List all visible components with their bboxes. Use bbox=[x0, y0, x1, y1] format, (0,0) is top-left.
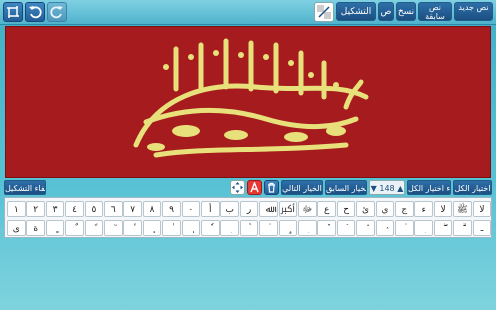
keyboard-key[interactable]: ٞ bbox=[395, 220, 414, 236]
keyboard-key[interactable]: ٠ bbox=[181, 201, 201, 217]
keyboard-key[interactable]: ى bbox=[7, 220, 26, 236]
chevron-up-icon[interactable]: ▲ bbox=[397, 184, 403, 193]
redo-icon bbox=[50, 6, 63, 19]
crop-icon bbox=[7, 6, 19, 18]
keyboard-key[interactable]: ٞ bbox=[259, 220, 278, 236]
redo-button[interactable] bbox=[47, 2, 67, 22]
keyboard-key[interactable]: ج bbox=[395, 201, 414, 217]
keyboard-key[interactable]: ٚ bbox=[317, 220, 336, 236]
hide-tashkeel-button[interactable]: إخفاء التشكيل bbox=[4, 180, 46, 195]
keyboard-key[interactable]: ١ bbox=[7, 201, 26, 217]
keyboard-key[interactable]: ٓ bbox=[104, 220, 123, 236]
text-color-icon bbox=[250, 182, 259, 193]
tashkeel-button[interactable]: التشكيل bbox=[336, 2, 376, 21]
keyboard-key[interactable]: ٜ bbox=[298, 220, 317, 236]
keyboard-key[interactable]: ٢ bbox=[26, 201, 45, 217]
top-toolbar: التشكيل ص نسخ نص سابقة نص جديد bbox=[0, 0, 496, 25]
keyboard-key[interactable]: ٦ bbox=[104, 201, 123, 217]
count-value: 148 bbox=[379, 184, 395, 193]
count-stepper[interactable]: ▼ 148 ▲ bbox=[369, 180, 405, 195]
keyboard-key[interactable]: ٰ bbox=[162, 220, 181, 236]
keyboard-key[interactable]: ر bbox=[239, 201, 259, 217]
design-canvas[interactable] bbox=[5, 26, 491, 178]
calligraphy-artwork bbox=[133, 38, 369, 158]
paste-button[interactable]: ص bbox=[378, 2, 394, 21]
keyboard-key[interactable]: ء bbox=[414, 201, 433, 217]
keyboard-key[interactable]: ﷺ bbox=[453, 201, 472, 217]
keyboard-key[interactable]: ٜ bbox=[414, 220, 433, 236]
keyboard-key[interactable]: ة bbox=[26, 220, 45, 236]
keyboard-key[interactable]: ٜ bbox=[220, 220, 239, 236]
copy-button[interactable]: نسخ bbox=[396, 2, 416, 21]
background-button[interactable] bbox=[314, 2, 334, 22]
keyboard-key[interactable]: ٌ bbox=[65, 220, 84, 236]
delete-button[interactable] bbox=[264, 180, 279, 195]
keyboard-key[interactable]: ٥ bbox=[84, 201, 104, 217]
keyboard-key[interactable]: ب bbox=[220, 201, 239, 217]
keyboard-key[interactable]: ٝ bbox=[239, 220, 259, 236]
keyboard-key[interactable]: ٩ bbox=[162, 201, 181, 217]
keyboard-key[interactable]: ٟ bbox=[278, 220, 298, 236]
keyboard-key[interactable]: ﷲ bbox=[259, 201, 278, 217]
keyboard-key[interactable]: ٔ bbox=[123, 220, 142, 236]
keyboard-key[interactable]: ﷳ bbox=[278, 201, 298, 217]
keyboard-key[interactable]: ئ bbox=[356, 201, 375, 217]
text-color-button[interactable] bbox=[247, 180, 262, 195]
keyboard-key[interactable]: ٤ bbox=[65, 201, 84, 217]
keyboard-key[interactable]: ﷻ bbox=[298, 201, 317, 217]
select-all-button[interactable]: اختيار الكل bbox=[453, 180, 492, 195]
previous-option-button[interactable]: الخيار السابق bbox=[325, 180, 367, 195]
new-text-button[interactable]: نص جديد bbox=[454, 2, 493, 21]
undo-button[interactable] bbox=[25, 2, 45, 22]
next-option-button[interactable]: الخيار التالي bbox=[281, 180, 323, 195]
keyboard-key[interactable]: ـ bbox=[472, 220, 492, 236]
selection-toolbar: إخفاء التشكيل الخيار التالي الخيار الساب… bbox=[0, 179, 496, 196]
keyboard-key[interactable]: ٨ bbox=[142, 201, 162, 217]
keyboard-key[interactable]: ٘ bbox=[356, 220, 375, 236]
keyboard-key[interactable]: ٕ bbox=[142, 220, 162, 236]
keyboard-key[interactable]: ً bbox=[84, 220, 104, 236]
keyboard-key[interactable]: أ bbox=[201, 201, 220, 217]
keyboard-key[interactable]: ٍ bbox=[45, 220, 65, 236]
undo-icon bbox=[29, 6, 42, 19]
move-button[interactable] bbox=[230, 180, 245, 195]
character-keyboard: ١٢٣٤٥٦٧٨٩٠أبرﷲﷳﷻعحئيجءﻻﷺلا ىةًٌٍٰٕٖٜٓٔٗٝٞ… bbox=[4, 197, 492, 238]
chevron-down-icon[interactable]: ▼ bbox=[371, 184, 377, 193]
cancel-select-all-button[interactable]: الغاء اختيار الكل bbox=[407, 180, 451, 195]
keyboard-key[interactable]: ٣ bbox=[45, 201, 65, 217]
keyboard-key[interactable]: ح bbox=[336, 201, 356, 217]
keyboard-key[interactable]: ٛ bbox=[375, 220, 395, 236]
keyboard-key[interactable]: لا bbox=[472, 201, 492, 217]
keyboard-key[interactable]: ۗ bbox=[453, 220, 472, 236]
keyboard-key[interactable]: ٗ bbox=[201, 220, 220, 236]
saved-text-button[interactable]: نص سابقة bbox=[418, 2, 452, 21]
keyboard-key[interactable]: ع bbox=[317, 201, 336, 217]
move-icon bbox=[232, 182, 243, 193]
keyboard-key[interactable]: ۖ bbox=[433, 220, 453, 236]
crop-icon-button[interactable] bbox=[3, 2, 23, 22]
delete-icon bbox=[268, 182, 275, 193]
background-icon bbox=[317, 5, 331, 19]
keyboard-key[interactable]: ٙ bbox=[336, 220, 356, 236]
keyboard-key[interactable]: ٧ bbox=[123, 201, 142, 217]
keyboard-key[interactable]: ي bbox=[375, 201, 395, 217]
keyboard-key[interactable]: ﻻ bbox=[433, 201, 453, 217]
keyboard-key[interactable]: ٖ bbox=[181, 220, 201, 236]
